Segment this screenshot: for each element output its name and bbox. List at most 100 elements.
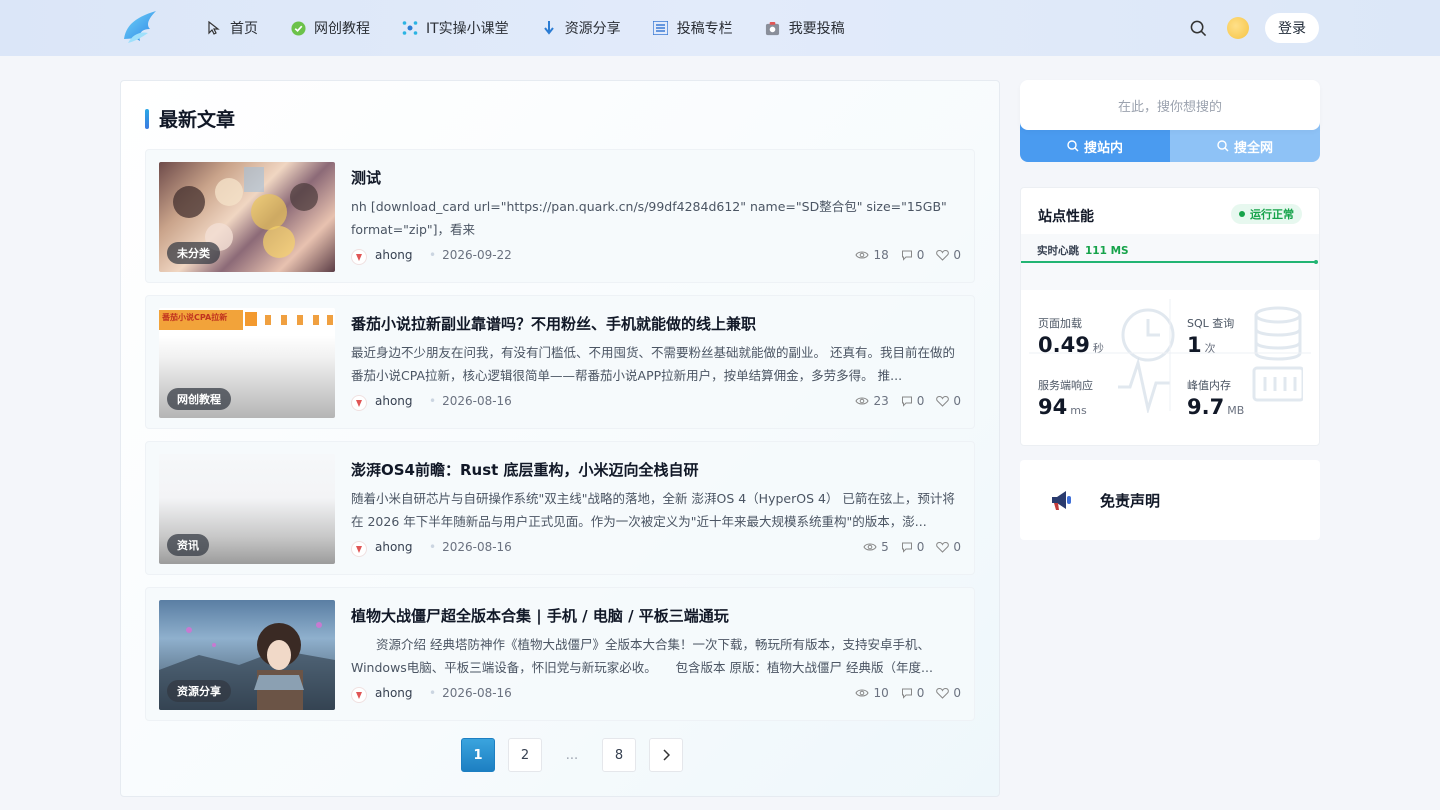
- post-author[interactable]: ahong: [375, 248, 413, 262]
- page-2-button[interactable]: 2: [508, 738, 542, 772]
- status-dot: [1239, 211, 1245, 217]
- main-nav: 首页 网创教程 IT实操小课堂 资源分享 投稿专栏 我要投稿: [206, 0, 877, 56]
- status-badge: 运行正常: [1231, 204, 1302, 224]
- post-meta: ahong 2026-08-16 5 0 0: [351, 540, 961, 558]
- comments-count: 0: [916, 540, 925, 554]
- network-icon: [402, 20, 418, 36]
- likes-stat[interactable]: 0: [936, 540, 961, 554]
- nav-tutorials[interactable]: 网创教程: [290, 18, 370, 38]
- site-logo[interactable]: [120, 9, 160, 47]
- avatar[interactable]: [351, 541, 367, 557]
- post-stats: 18 0 0: [843, 248, 961, 262]
- next-page-button[interactable]: [649, 738, 683, 772]
- page-1-button[interactable]: 1: [461, 738, 495, 772]
- post-author[interactable]: ahong: [375, 394, 413, 408]
- post-title[interactable]: 测试: [351, 167, 381, 188]
- likes-stat[interactable]: 0: [936, 248, 961, 262]
- post-meta: ahong 2026-08-16 10 0 0: [351, 686, 961, 704]
- perf-title: 站点性能: [1038, 209, 1094, 225]
- views-stat: 23: [855, 394, 889, 408]
- nav-submit-label: 我要投稿: [788, 21, 845, 37]
- post-card[interactable]: 未分类 测试 nh [download_card url="https://pa…: [145, 149, 975, 283]
- nav-home-label: 首页: [230, 21, 258, 37]
- eye-icon: [855, 397, 869, 405]
- avatar[interactable]: [351, 687, 367, 703]
- check-circle-icon: [290, 20, 306, 36]
- pagination: 1 2 ... 8: [461, 738, 696, 772]
- views-stat: 10: [855, 686, 889, 700]
- category-badge[interactable]: 未分类: [167, 242, 220, 264]
- post-excerpt: 最近身边不少朋友在问我，有没有门槛低、不用囤货、不需要粉丝基础就能做的副业。 还…: [351, 345, 955, 383]
- post-title[interactable]: 植物大战僵尸超全版本合集 | 手机 / 电脑 / 平板三端通玩: [351, 605, 729, 626]
- comments-stat: 0: [901, 248, 925, 262]
- page-ellipsis: ...: [565, 747, 579, 763]
- post-excerpt: 资源介绍 经典塔防神作《植物大战僵尸》全版本大合集！一次下载，畅玩所有版本，支持…: [351, 637, 933, 675]
- category-badge[interactable]: 资讯: [167, 534, 209, 556]
- search-icon[interactable]: [1183, 13, 1213, 43]
- likes-stat[interactable]: 0: [936, 394, 961, 408]
- nav-it-class[interactable]: IT实操小课堂: [402, 18, 509, 38]
- page-8-button[interactable]: 8: [602, 738, 636, 772]
- nav-resources[interactable]: 资源分享: [541, 18, 621, 38]
- post-date: 2026-08-16: [429, 686, 512, 700]
- megaphone-icon: [1052, 491, 1071, 510]
- chevron-right-icon: [663, 749, 670, 761]
- search-icon: [1217, 140, 1229, 152]
- heart-icon: [936, 687, 950, 699]
- nav-submit[interactable]: 我要投稿: [765, 18, 845, 38]
- thumb-banner: 番茄小说CPA拉新: [159, 308, 335, 332]
- search-input[interactable]: 在此，搜你想搜的: [1020, 80, 1320, 130]
- login-button[interactable]: 登录: [1265, 13, 1319, 43]
- comments-stat: 0: [901, 394, 925, 408]
- submit-icon: [765, 20, 781, 36]
- likes-count: 0: [953, 394, 961, 408]
- heart-icon: [936, 249, 950, 261]
- section-title-text: 最新文章: [159, 109, 236, 131]
- comments-count: 0: [916, 394, 925, 408]
- likes-count: 0: [953, 686, 961, 700]
- category-badge[interactable]: 资源分享: [167, 680, 231, 702]
- section-title-bar: [145, 108, 149, 129]
- top-header: 首页 网创教程 IT实操小课堂 资源分享 投稿专栏 我要投稿 登录: [0, 0, 1440, 56]
- download-arrow-icon: [541, 20, 557, 36]
- post-thumbnail[interactable]: 资讯: [159, 454, 335, 564]
- comment-icon: [901, 250, 912, 261]
- views-count: 10: [873, 686, 889, 700]
- thumb-banner-text: 番茄小说CPA拉新: [159, 310, 243, 330]
- heartbeat-label: 实时心跳 111 MS: [1037, 243, 1129, 258]
- post-thumbnail[interactable]: 番茄小说CPA拉新 网创教程: [159, 308, 335, 418]
- post-author[interactable]: ahong: [375, 686, 413, 700]
- disclaimer-card[interactable]: 免责声明: [1020, 460, 1320, 540]
- post-title[interactable]: 澎湃OS4前瞻：Rust 底层重构，小米迈向全栈自研: [351, 459, 699, 480]
- post-thumbnail[interactable]: 未分类: [159, 162, 335, 272]
- post-date: 2026-08-16: [429, 540, 512, 554]
- post-author[interactable]: ahong: [375, 540, 413, 554]
- avatar[interactable]: [351, 395, 367, 411]
- comments-stat: 0: [901, 686, 924, 700]
- theme-toggle-sun-icon[interactable]: [1227, 17, 1249, 39]
- post-stats: 10 0 0: [843, 686, 961, 700]
- post-card[interactable]: 资源分享 植物大战僵尸超全版本合集 | 手机 / 电脑 / 平板三端通玩 资源介…: [145, 587, 975, 721]
- avatar[interactable]: [351, 249, 367, 265]
- status-text: 运行正常: [1250, 208, 1294, 221]
- list-icon: [653, 20, 669, 36]
- likes-count: 0: [953, 540, 961, 554]
- heart-icon: [936, 541, 950, 553]
- eye-icon: [855, 689, 869, 697]
- post-title[interactable]: 番茄小说拉新副业靠谱吗？不用粉丝、手机就能做的线上兼职: [351, 313, 756, 334]
- comment-icon: [901, 542, 912, 553]
- nav-home[interactable]: 首页: [206, 18, 258, 38]
- views-count: 23: [873, 394, 889, 408]
- heartbeat-label-text: 实时心跳: [1037, 245, 1079, 257]
- comment-icon: [901, 688, 912, 699]
- post-card[interactable]: 资讯 澎湃OS4前瞻：Rust 底层重构，小米迈向全栈自研 随着小米自研芯片与自…: [145, 441, 975, 575]
- post-thumbnail[interactable]: 资源分享: [159, 600, 335, 710]
- likes-stat[interactable]: 0: [936, 686, 961, 700]
- header-actions: 登录: [1183, 13, 1319, 43]
- category-badge[interactable]: 网创教程: [167, 388, 231, 410]
- post-card[interactable]: 番茄小说CPA拉新 网创教程 番茄小说拉新副业靠谱吗？不用粉丝、手机就能做的线上…: [145, 295, 975, 429]
- sidebar-search: 在此，搜你想搜的 搜站内 搜全网: [1020, 80, 1320, 162]
- nav-column[interactable]: 投稿专栏: [653, 18, 733, 38]
- comments-count: 0: [916, 248, 925, 262]
- latest-posts-panel: 最新文章 未分类 测试 nh [download_card url="https…: [120, 80, 1000, 797]
